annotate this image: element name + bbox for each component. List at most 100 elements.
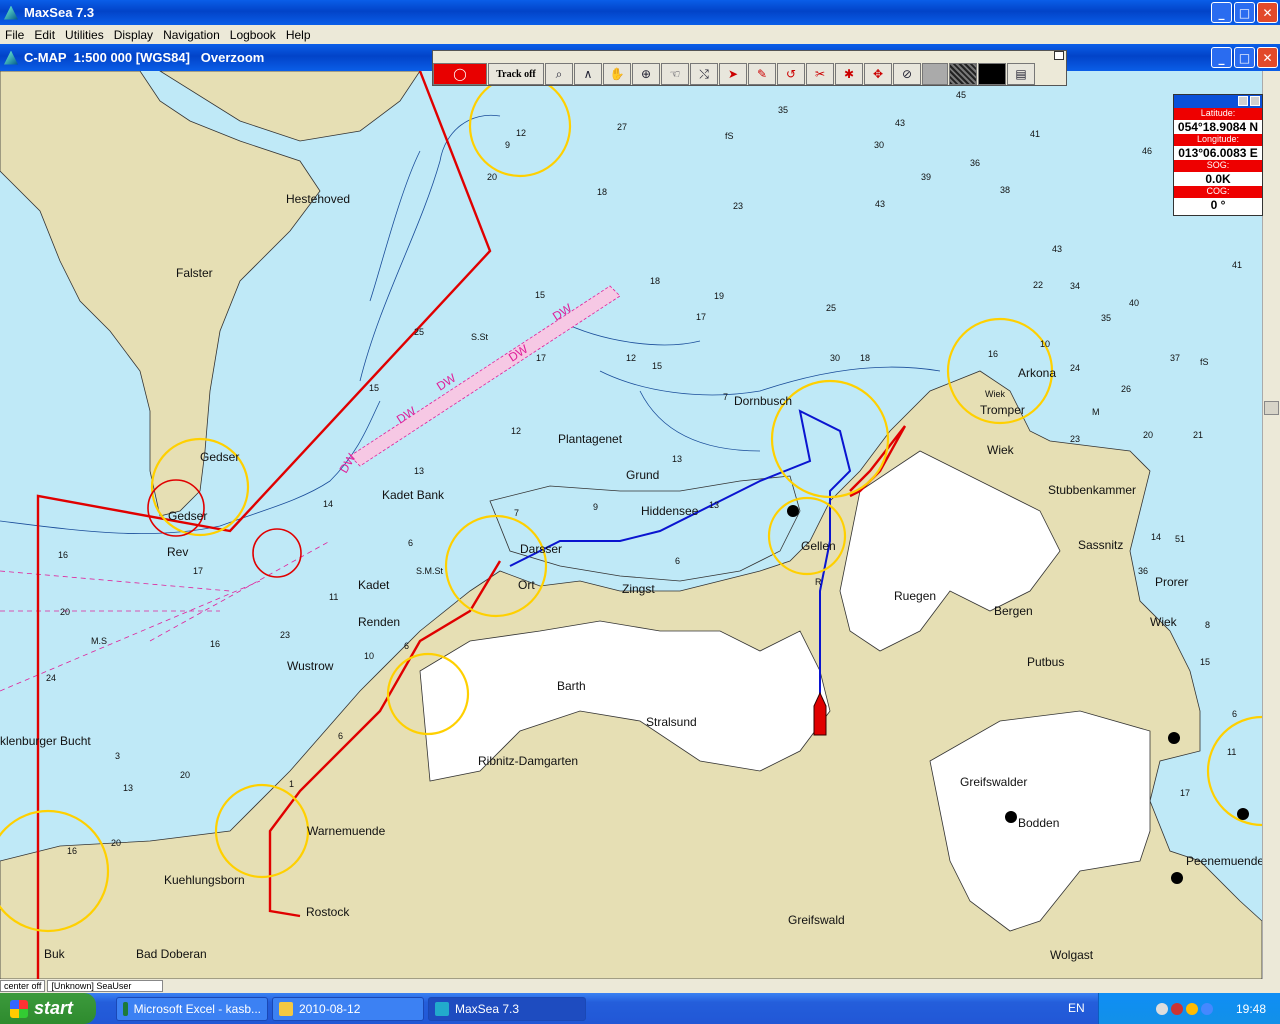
place-label: Warnemuende: [307, 824, 386, 838]
grab-hand-icon[interactable]: ✋: [603, 63, 631, 85]
depth-sounding: 17: [696, 312, 706, 322]
depth-sounding: M: [1092, 407, 1100, 417]
hatch-fill-button[interactable]: [949, 63, 977, 85]
depth-sounding: 14: [323, 499, 333, 509]
panel-restore-button[interactable]: [1238, 96, 1248, 106]
depth-sounding: 15: [652, 361, 662, 371]
place-label: Ort: [518, 578, 535, 592]
depth-sounding: 13: [709, 500, 719, 510]
task-folder[interactable]: 2010-08-12: [272, 996, 424, 1021]
depth-sounding: fS: [1200, 357, 1209, 367]
toolbar-close-button[interactable]: [1054, 51, 1064, 60]
menu-logbook[interactable]: Logbook: [225, 28, 281, 42]
depth-sounding: 1: [289, 779, 294, 789]
place-label: Buk: [44, 947, 66, 961]
place-label: Greifswald: [788, 913, 845, 927]
pencil-icon[interactable]: ✎: [748, 63, 776, 85]
menu-edit[interactable]: Edit: [29, 28, 60, 42]
task-excel[interactable]: Microsoft Excel - kasb...: [116, 996, 268, 1021]
depth-sounding: 6: [675, 556, 680, 566]
chart-vertical-scrollbar[interactable]: [1262, 71, 1280, 979]
volume-icon[interactable]: [1200, 1002, 1213, 1015]
depth-sounding: 24: [46, 673, 56, 683]
toolbar-drag-handle[interactable]: [433, 51, 1066, 61]
minimize-button[interactable]: _: [1211, 2, 1232, 23]
stop-button[interactable]: ◯: [433, 63, 487, 85]
depth-sounding: 15: [369, 383, 379, 393]
place-label: Rev: [167, 545, 188, 559]
depth-sounding: 23: [280, 630, 290, 640]
undo-icon[interactable]: ↺: [777, 63, 805, 85]
depth-sounding: 23: [1070, 434, 1080, 444]
zoom-icon[interactable]: ⌕: [545, 63, 573, 85]
chart-maximize-button[interactable]: □: [1234, 47, 1255, 68]
nautical-chart[interactable]: Falster Hestehoved Gedser Gedser Rev Kadet Ba…: [0, 71, 1262, 979]
pointer-icon[interactable]: ➤: [719, 63, 747, 85]
place-label: Falster: [176, 266, 213, 280]
depth-sounding: 24: [1070, 363, 1080, 373]
start-button[interactable]: start: [0, 993, 96, 1024]
task-maxsea[interactable]: MaxSea 7.3: [428, 996, 586, 1021]
mark-icon[interactable]: ✱: [835, 63, 863, 85]
place-label: Kuehlungsborn: [164, 873, 245, 887]
place-label: Prorer: [1155, 575, 1188, 589]
depth-sounding: 25: [414, 327, 424, 337]
menu-display[interactable]: Display: [109, 28, 158, 42]
menu-file[interactable]: File: [0, 28, 29, 42]
menu-help[interactable]: Help: [281, 28, 316, 42]
place-label: Kadet Bank: [382, 488, 445, 502]
place-label: Bergen: [994, 604, 1033, 618]
chart-minimize-button[interactable]: _: [1211, 47, 1232, 68]
depth-sounding: 15: [1200, 657, 1210, 667]
chart-window-title: C-MAP 1:500 000 [WGS84] Overzoom: [24, 50, 265, 65]
depth-sounding: 35: [1101, 313, 1111, 323]
black-fill-button[interactable]: [978, 63, 1006, 85]
folder-icon: [279, 1001, 293, 1016]
depth-sounding: 43: [1052, 244, 1062, 254]
depth-sounding: 38: [1000, 185, 1010, 195]
crosshair-icon[interactable]: ⊕: [632, 63, 660, 85]
windows-logo-icon: [10, 999, 28, 1018]
move-icon[interactable]: ✥: [864, 63, 892, 85]
depth-sounding: 6: [1232, 709, 1237, 719]
place-label: Bad Doberan: [136, 947, 207, 961]
maximize-button[interactable]: □: [1234, 2, 1255, 23]
depth-sounding: 51: [1175, 534, 1185, 544]
depth-sounding: 41: [1030, 129, 1040, 139]
task-folder-label: 2010-08-12: [299, 1001, 361, 1016]
place-label: klenburger Bucht: [0, 734, 91, 748]
panel-close-button[interactable]: [1250, 96, 1260, 106]
depth-sounding: 15: [535, 290, 545, 300]
depth-sounding: S.M.St: [416, 566, 444, 576]
depth-sounding: 12: [511, 426, 521, 436]
update-icon[interactable]: [1185, 1002, 1198, 1015]
close-button[interactable]: ✕: [1257, 2, 1278, 23]
track-toggle-button[interactable]: Track off: [488, 63, 544, 85]
depth-sounding: 11: [329, 592, 338, 602]
menu-utilities[interactable]: Utilities: [60, 28, 109, 42]
gray-fill-button[interactable]: [922, 63, 948, 85]
system-tray: 19:48: [1098, 993, 1280, 1024]
layers-icon[interactable]: ▤: [1007, 63, 1035, 85]
depth-sounding: 37: [1170, 353, 1180, 363]
network-icon[interactable]: [1155, 1002, 1168, 1015]
depth-sounding: 41: [1232, 260, 1242, 270]
pan-hand-icon[interactable]: ☜: [661, 63, 689, 85]
antivirus-icon[interactable]: [1170, 1002, 1183, 1015]
depth-sounding: Wiek: [985, 389, 1005, 399]
place-label: Wiek: [987, 443, 1015, 457]
language-indicator[interactable]: EN: [1068, 1001, 1085, 1015]
depth-sounding: 9: [593, 502, 598, 512]
scrollbar-thumb[interactable]: [1264, 401, 1279, 415]
route-icon[interactable]: ⤭: [690, 63, 718, 85]
depth-sounding: 10: [364, 651, 374, 661]
menu-navigation[interactable]: Navigation: [158, 28, 225, 42]
chart-close-button[interactable]: ✕: [1257, 47, 1278, 68]
compass-icon[interactable]: ∧: [574, 63, 602, 85]
depth-sounding: M.S: [91, 636, 107, 646]
place-label: Grund: [626, 468, 659, 482]
depth-sounding: 12: [626, 353, 636, 363]
cut-icon[interactable]: ✂: [806, 63, 834, 85]
circle-icon[interactable]: ⊘: [893, 63, 921, 85]
place-label: Ribnitz-Damgarten: [478, 754, 578, 768]
